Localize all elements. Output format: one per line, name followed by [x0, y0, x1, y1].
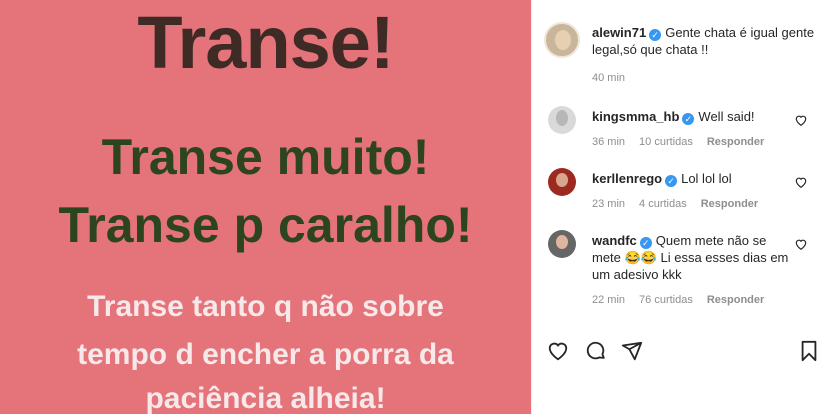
image-line-3: Transe p caralho! [58, 197, 473, 253]
comment-text-1: Quem mete não se [655, 233, 767, 248]
caption-text-1: Gente chata é igual gente [665, 25, 815, 40]
share-button[interactable] [620, 340, 644, 362]
comment-text-3: um adesivo kkk [592, 267, 682, 282]
caption-meta: 40 min [592, 72, 639, 84]
heart-icon[interactable] [546, 340, 570, 362]
comment-likes[interactable]: 10 curtidas [639, 136, 693, 148]
reply-button[interactable]: Responder [707, 294, 764, 306]
heart-icon[interactable] [794, 237, 808, 251]
comment-meta: 22 min 76 curtidas Responder [592, 294, 778, 306]
image-line-5: tempo d encher a porra da [77, 338, 454, 371]
comment-icon[interactable] [584, 340, 608, 362]
comment-time[interactable]: 22 min [592, 294, 625, 306]
verified-icon: ✓ [649, 29, 662, 41]
comment-username[interactable]: kerllenrego [592, 171, 662, 186]
image-line-4: Transe tanto q não sobre [87, 290, 444, 323]
like-button[interactable] [546, 340, 570, 362]
comment: kerllenrego ✓ Lol lol lol [592, 170, 792, 187]
action-bar [546, 340, 824, 362]
avatar[interactable] [548, 106, 576, 134]
heart-icon[interactable] [794, 113, 808, 127]
comment-likes[interactable]: 4 curtidas [639, 198, 687, 210]
comment: wandfc ✓ Quem mete não se mete 😂😂 Li essa … [592, 232, 792, 283]
share-icon[interactable] [620, 340, 644, 362]
caption-text-2: legal,só que chata !! [592, 42, 709, 57]
comment-meta: 36 min 10 curtidas Responder [592, 136, 778, 148]
comment-username[interactable]: kingsmma_hb [592, 109, 679, 124]
comment-text: Well said! [698, 109, 755, 124]
caption-time[interactable]: 40 min [592, 72, 625, 84]
heart-icon[interactable] [794, 175, 808, 189]
comment-text: Lol lol lol [681, 171, 732, 186]
reply-button[interactable]: Responder [701, 198, 758, 210]
comment-button[interactable] [584, 340, 608, 362]
post-image[interactable]: Transe! Transe muito! Transe p caralho! … [0, 0, 531, 414]
caption: alewin71 ✓ Gente chata é igual gente legal… [592, 24, 824, 58]
comment-likes[interactable]: 76 curtidas [639, 294, 693, 306]
avatar[interactable] [544, 22, 580, 58]
comments-panel: alewin71 ✓ Gente chata é igual gente legal… [532, 0, 828, 414]
avatar[interactable] [548, 168, 576, 196]
comment-time[interactable]: 36 min [592, 136, 625, 148]
comment-time[interactable]: 23 min [592, 198, 625, 210]
comment-meta: 23 min 4 curtidas Responder [592, 198, 772, 210]
comment-username[interactable]: wandfc [592, 233, 637, 248]
image-line-2: Transe muito! [101, 129, 430, 185]
avatar[interactable] [548, 230, 576, 258]
save-button[interactable] [798, 340, 820, 362]
image-line-6: paciência alheia! [145, 382, 386, 414]
verified-icon: ✓ [639, 237, 652, 249]
caption-username[interactable]: alewin71 [592, 25, 646, 40]
verified-icon: ✓ [665, 175, 678, 187]
image-line-1: Transe! [137, 1, 394, 84]
bookmark-icon[interactable] [798, 340, 820, 362]
reply-button[interactable]: Responder [707, 136, 764, 148]
comment: kingsmma_hb ✓ Well said! [592, 108, 792, 125]
verified-icon: ✓ [682, 113, 695, 125]
comment-text-2: mete 😂😂 Li essa esses dias em [592, 250, 789, 265]
